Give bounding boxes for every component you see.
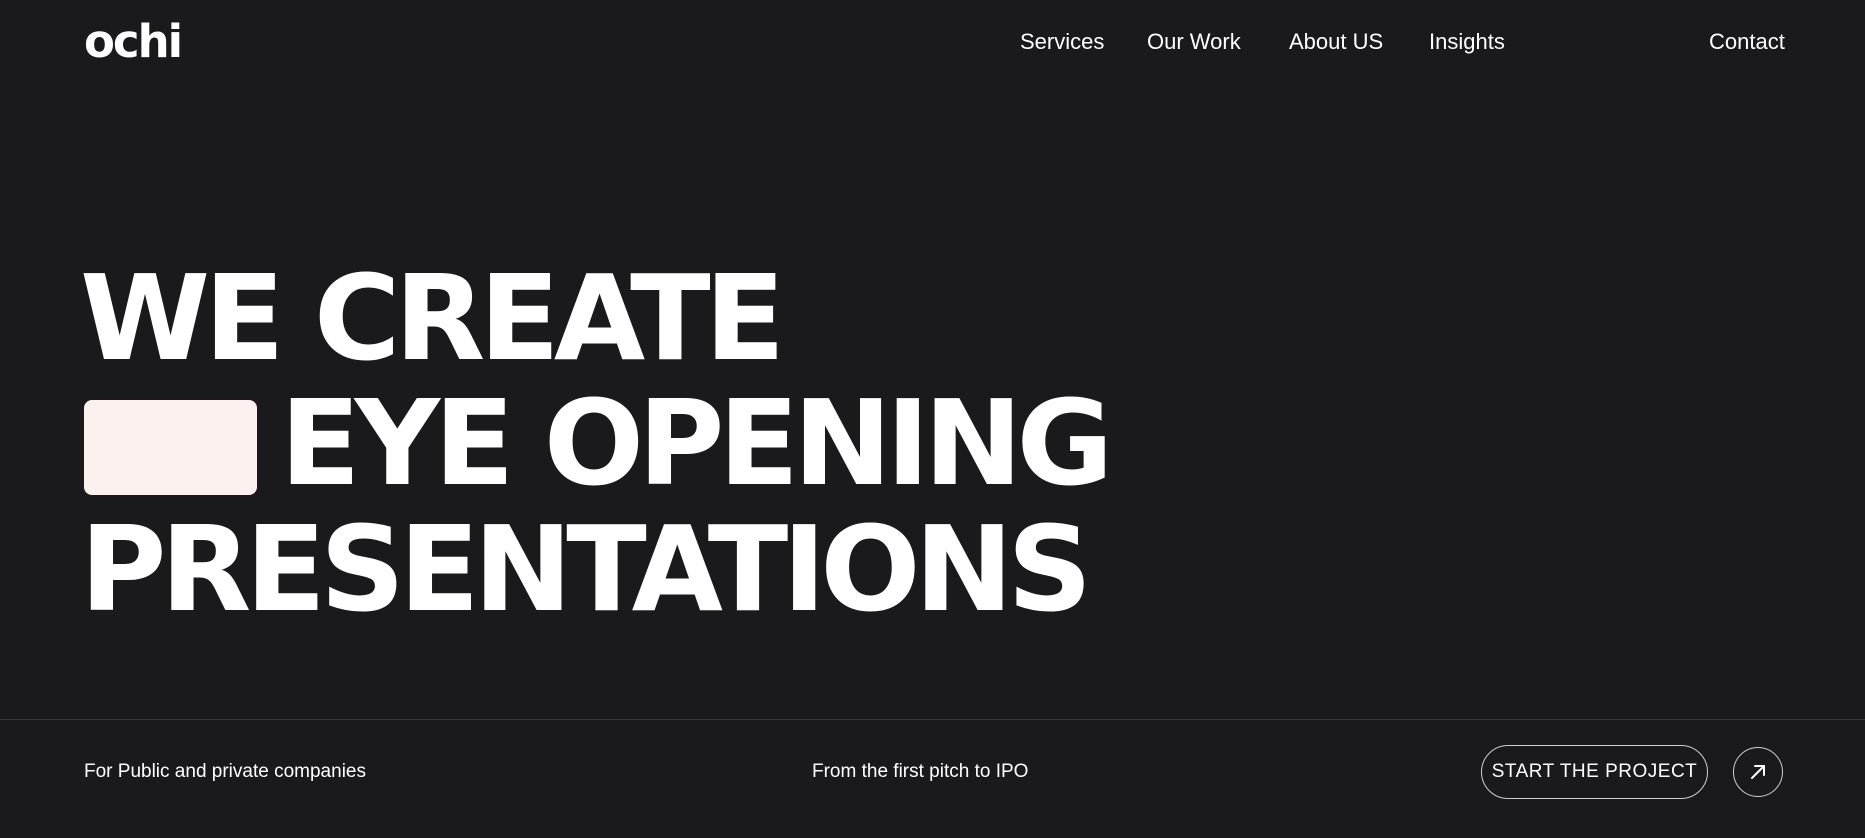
start-project-arrow-button[interactable] (1733, 747, 1783, 797)
hero-heading-line-3: PRESENTATIONS (80, 500, 1092, 638)
start-project-button[interactable]: START THE PROJECT (1481, 745, 1708, 799)
nav-link-our-work[interactable]: Our Work (1147, 27, 1241, 57)
tagline-left: For Public and private companies (84, 761, 366, 782)
nav-link-services[interactable]: Services (1020, 27, 1104, 57)
nav-link-insights[interactable]: Insights (1429, 27, 1505, 57)
logo[interactable]: ochi (84, 16, 183, 68)
tagline-middle: From the first pitch to IPO (812, 761, 1029, 782)
hero-heading-line-1: WE CREATE (80, 249, 785, 387)
hero-image-placeholder (84, 400, 257, 495)
hero-heading-line-2: EYE OPENING (280, 374, 1113, 512)
page: ochi Services Our Work About US Insights… (0, 0, 1865, 838)
divider (0, 719, 1865, 720)
arrow-up-right-icon (1749, 763, 1767, 781)
site-header: ochi Services Our Work About US Insights… (0, 0, 1865, 84)
nav-link-contact[interactable]: Contact (1709, 27, 1785, 57)
nav-link-about[interactable]: About US (1289, 27, 1383, 57)
